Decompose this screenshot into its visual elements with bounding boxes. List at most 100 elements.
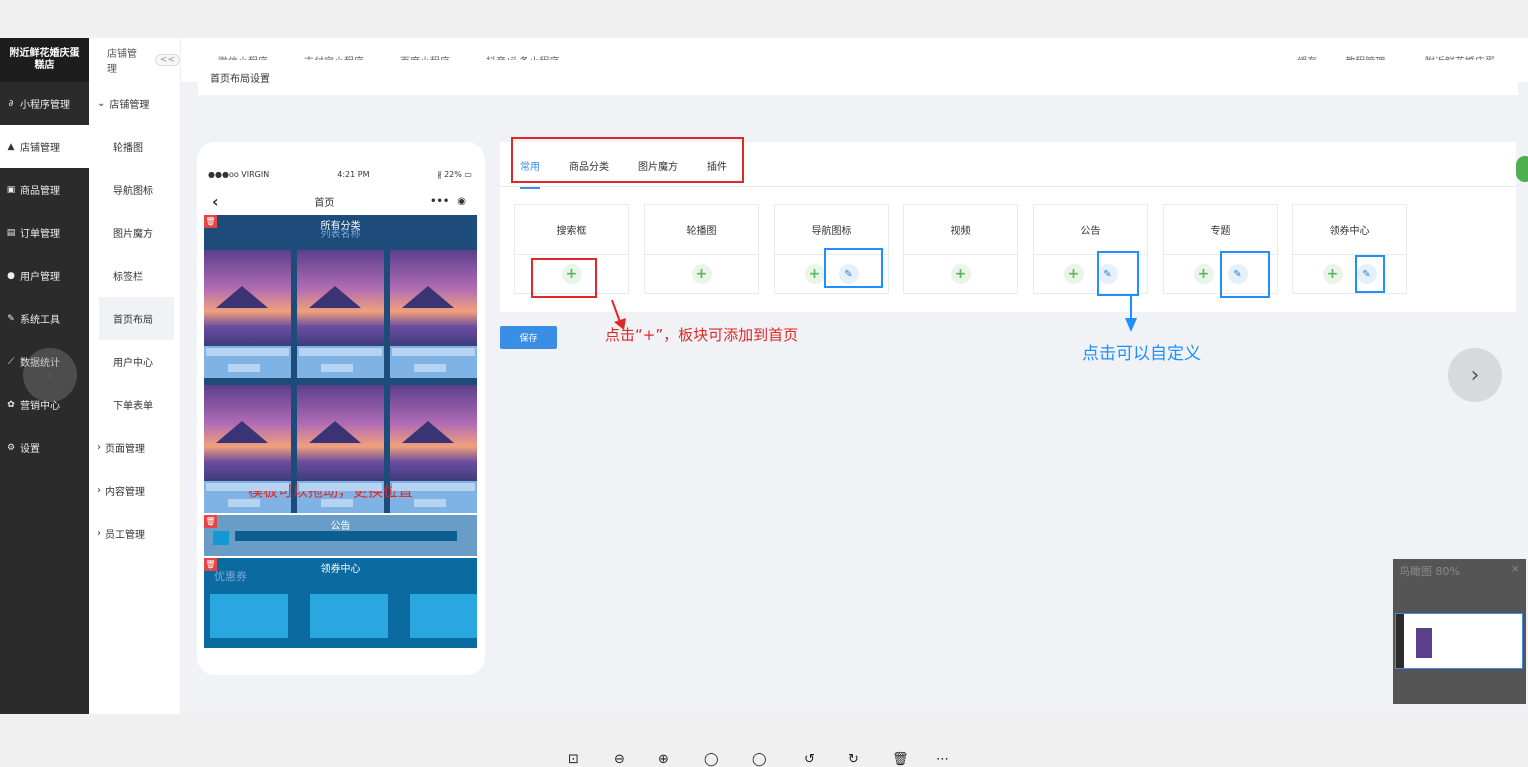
coupon-card <box>310 594 388 638</box>
more-icon[interactable]: ⋯ <box>936 752 949 767</box>
chart-icon: ⟋ <box>7 356 15 367</box>
page-title: 首页布局设置 <box>210 74 270 85</box>
subnav-item-3[interactable]: 图片魔方 <box>89 211 180 254</box>
widget-actions: + <box>904 255 1017 293</box>
close-icon[interactable]: × <box>1511 562 1520 575</box>
chevron-right-icon: › <box>97 528 101 539</box>
widget-card: 视频 + <box>903 204 1018 294</box>
subnav-item-9[interactable]: › 内容管理 <box>89 469 180 512</box>
subnav-item-label: 下单表单 <box>113 401 153 412</box>
back-arrow-icon[interactable]: ‹ <box>212 192 219 211</box>
subnav-item-10[interactable]: › 员工管理 <box>89 512 180 555</box>
battery-indicator: ∦ 22% ▭ <box>438 170 472 179</box>
sidebar-item-4[interactable]: ● 用户管理 <box>0 254 89 297</box>
bottom-toolbar: ⊡ ⊖ ⊕ ◯ ◯ ↺ ↻ 🗑 ⋯ <box>0 752 1528 767</box>
widget-actions: + ✎ <box>1293 255 1406 293</box>
target-icon: ◉ <box>457 195 466 207</box>
subnav-item-1[interactable]: 轮播图 <box>89 125 180 168</box>
user-icon: ● <box>7 270 15 281</box>
marketing-icon: ✿ <box>7 399 15 410</box>
delete-icon[interactable]: 🗑 <box>892 752 909 767</box>
subnav-title: 店铺管理 <box>107 49 137 75</box>
sidebar-item-label: 店铺管理 <box>20 143 60 154</box>
sidebar-item-label: 设置 <box>20 444 40 455</box>
coupon-block[interactable]: 🗑 领券中心 优惠券 <box>204 558 477 648</box>
widget-name: 搜索框 <box>515 205 628 255</box>
edit-hint-note: 点击可以自定义 <box>1082 344 1201 364</box>
phone-status-bar: ●●●oo VIRGIN 4:21 PM ∦ 22% ▭ <box>208 170 472 179</box>
sidebar-item-label: 订单管理 <box>20 229 60 240</box>
breadcrumb: 首页布局设置 <box>198 60 1518 95</box>
chevron-right-icon: › <box>97 485 101 496</box>
notice-block-label: 公告 <box>330 521 351 532</box>
notice-block[interactable]: 🗑 公告 <box>204 515 477 556</box>
floating-plugin-icon[interactable] <box>1516 156 1528 182</box>
widget-card: 领券中心 + ✎ <box>1292 204 1407 294</box>
subnav-header: 店铺管理 << <box>89 38 180 82</box>
coupon-card <box>410 594 477 638</box>
prev-page-icon[interactable]: ◯ <box>704 752 719 767</box>
subnav-item-2[interactable]: 导航图标 <box>89 168 180 211</box>
sidebar-item-label: 用户管理 <box>20 272 60 283</box>
battery-text: 22% <box>444 170 462 179</box>
battery-icon: ▭ <box>464 170 472 179</box>
more-dots-icon: ••• <box>430 195 450 207</box>
subnav-item-label: 轮播图 <box>113 143 143 154</box>
category-image <box>390 250 477 378</box>
edit-highlight-box <box>1355 255 1385 293</box>
subnav-item-label: 首页布局 <box>113 315 153 326</box>
add-icon[interactable]: + <box>1063 264 1084 284</box>
rotate-left-icon[interactable]: ↺ <box>804 752 815 767</box>
chevron-down-icon: ⌄ <box>97 98 106 109</box>
subnav-item-5[interactable]: 首页布局 <box>99 297 174 340</box>
zoom-in-icon[interactable]: ⊕ <box>658 752 669 767</box>
add-icon[interactable]: + <box>691 264 712 284</box>
prev-arrow-button[interactable]: ‹ <box>23 348 77 402</box>
chevron-right-icon: › <box>1470 362 1480 388</box>
subnav-item-8[interactable]: › 页面管理 <box>89 426 180 469</box>
time-text: 4:21 PM <box>337 170 370 179</box>
sidebar-item-2[interactable]: ▣ 商品管理 <box>0 168 89 211</box>
minimap-panel[interactable]: 鸟瞰图 80% × <box>1393 559 1526 704</box>
chevron-left-icon: ‹ <box>45 362 55 388</box>
subnav-item-7[interactable]: 下单表单 <box>89 383 180 426</box>
sidebar-item-8[interactable]: ⚙ 设置 <box>0 426 89 469</box>
rotate-right-icon[interactable]: ↻ <box>848 752 859 767</box>
subnav-item-6[interactable]: 用户中心 <box>89 340 180 383</box>
subnav-item-0[interactable]: ⌄ 店铺管理 <box>89 82 180 125</box>
miniprogram-capsule[interactable]: ••• ◉ <box>430 196 466 207</box>
sidebar-item-3[interactable]: ▤ 订单管理 <box>0 211 89 254</box>
next-arrow-button[interactable]: › <box>1448 348 1502 402</box>
bluetooth-icon: ∦ <box>437 170 442 179</box>
add-icon[interactable]: + <box>950 264 971 284</box>
sidebar-item-label: 商品管理 <box>20 186 60 197</box>
minimap-label: 鸟瞰图 80% <box>1399 565 1460 578</box>
subnav-item-label: 图片魔方 <box>113 229 153 240</box>
add-icon[interactable]: + <box>804 264 825 284</box>
category-image <box>297 250 384 378</box>
link-icon: ∂ <box>8 98 14 109</box>
save-button[interactable]: 保存 <box>500 326 557 349</box>
zoom-out-icon[interactable]: ⊖ <box>614 752 625 767</box>
subnav-item-label: 标签栏 <box>113 272 143 283</box>
gear-icon: ⚙ <box>6 442 16 453</box>
sidebar-item-label: 系统工具 <box>20 315 60 326</box>
sidebar-item-1[interactable]: ▲ 店铺管理 <box>0 125 89 168</box>
subnav-item-label: 用户中心 <box>113 358 153 369</box>
carrier-text: ●●●oo VIRGIN <box>208 170 270 179</box>
category-block[interactable]: 🗑 所有分类 列表名称 <box>204 215 477 513</box>
collapse-sidebar-button[interactable]: << <box>154 54 180 66</box>
notice-icon <box>213 531 229 545</box>
sidebar-item-5[interactable]: ✎ 系统工具 <box>0 297 89 340</box>
next-page-icon[interactable]: ◯ <box>752 752 767 767</box>
sidebar-item-0[interactable]: ∂ 小程序管理 <box>0 82 89 125</box>
sidebar-item-label: 小程序管理 <box>20 100 70 111</box>
subnav-item-4[interactable]: 标签栏 <box>89 254 180 297</box>
store-logo: 附近鲜花婚庆蛋糕店 <box>0 38 89 82</box>
product-icon: ▣ <box>6 184 16 195</box>
add-icon[interactable]: + <box>1193 264 1214 284</box>
chevron-right-icon: › <box>97 442 101 453</box>
edit-highlight-box <box>1097 251 1139 296</box>
add-icon[interactable]: + <box>1322 264 1343 284</box>
fit-icon[interactable]: ⊡ <box>568 752 579 767</box>
